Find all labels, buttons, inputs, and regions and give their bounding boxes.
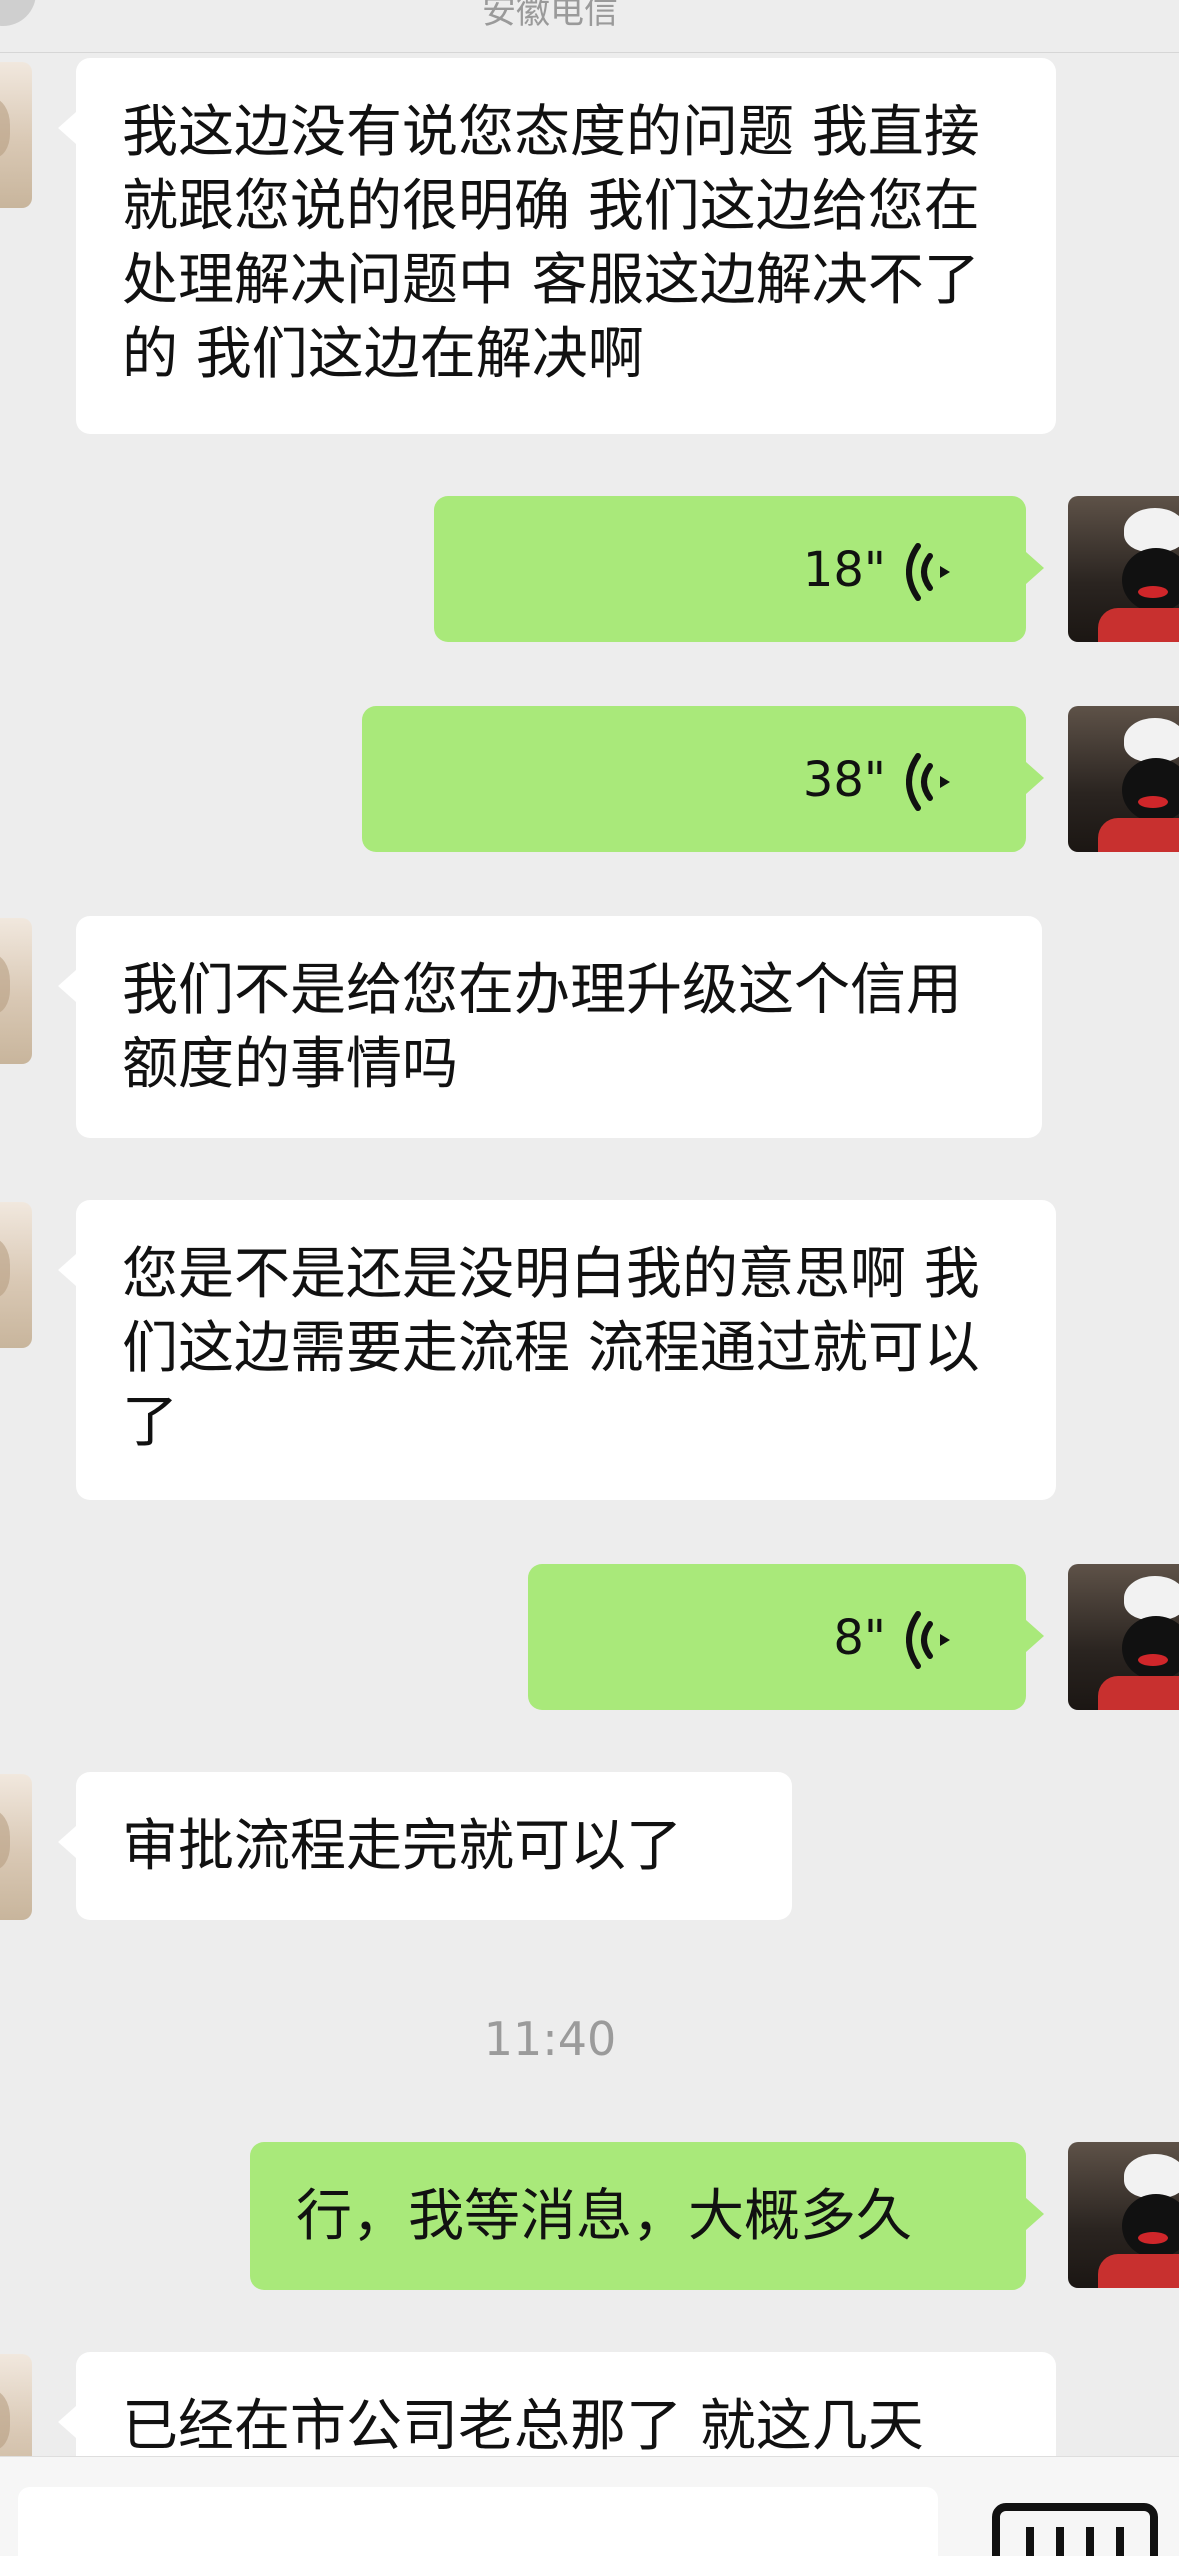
message-text: 您是不是还是没明白我的意思啊 我们这边需要走流程 流程通过就可以了: [122, 1242, 980, 1455]
voice-duration: 18": [802, 542, 886, 598]
contact-avatar[interactable]: [0, 1202, 32, 1348]
outgoing-voice-bubble[interactable]: 18": [434, 496, 1044, 642]
outgoing-voice-bubble[interactable]: 8": [528, 1564, 1044, 1710]
incoming-message-bubble[interactable]: 我这边没有说您态度的问题 我直接就跟您说的很明确 我们这边给您在处理解决问题中 …: [58, 58, 1056, 434]
input-bar: [0, 2456, 1179, 2556]
my-avatar[interactable]: [1068, 496, 1179, 642]
chat-header: 安徽电信: [0, 0, 1179, 53]
voice-duration: 38": [802, 752, 886, 808]
voice-duration: 8": [833, 1610, 886, 1666]
message-text: 行，我等消息，大概多久: [296, 2184, 912, 2249]
incoming-message-bubble[interactable]: 审批流程走完就可以了: [58, 1772, 792, 1920]
voice-wave-icon: [906, 753, 950, 811]
timestamp: 11:40: [483, 2012, 617, 2066]
chat-screen: 安徽电信 我这边没有说您态度的问题 我直接就跟您说的很明确 我们这边给您在处理解…: [0, 0, 1179, 2556]
my-avatar[interactable]: [1068, 1564, 1179, 1710]
chat-title: 安徽电信: [482, 0, 618, 32]
outgoing-voice-bubble[interactable]: 38": [362, 706, 1044, 852]
voice-wave-icon: [906, 543, 950, 601]
my-avatar[interactable]: [1068, 2142, 1179, 2288]
my-avatar[interactable]: [1068, 706, 1179, 852]
keyboard-icon[interactable]: [990, 2497, 1160, 2556]
voice-wave-icon: [906, 1611, 950, 1669]
message-input[interactable]: [18, 2487, 938, 2556]
message-text: 已经在市公司老总那了 就这几天: [122, 2394, 924, 2459]
incoming-message-bubble[interactable]: 我们不是给您在办理升级这个信用额度的事情吗: [58, 916, 1042, 1138]
contact-avatar[interactable]: [0, 62, 32, 208]
message-text: 我这边没有说您态度的问题 我直接就跟您说的很明确 我们这边给您在处理解决问题中 …: [122, 100, 980, 387]
message-text: 我们不是给您在办理升级这个信用额度的事情吗: [122, 958, 962, 1097]
contact-avatar[interactable]: [0, 1774, 32, 1920]
message-text: 审批流程走完就可以了: [122, 1814, 682, 1879]
incoming-message-bubble[interactable]: 您是不是还是没明白我的意思啊 我们这边需要走流程 流程通过就可以了: [58, 1200, 1056, 1500]
outgoing-message-bubble[interactable]: 行，我等消息，大概多久: [250, 2142, 1044, 2290]
contact-avatar[interactable]: [0, 918, 32, 1064]
